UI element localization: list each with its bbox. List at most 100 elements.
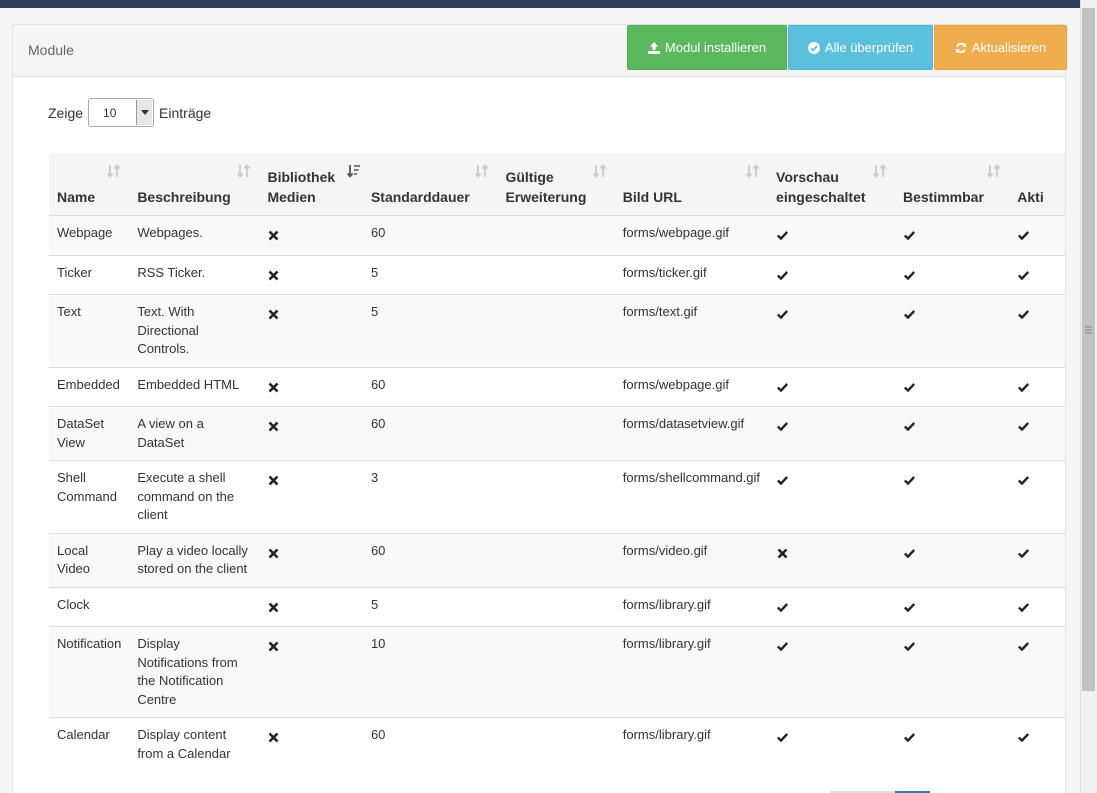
check-icon xyxy=(903,307,916,320)
table-row[interactable]: Text Text. With Directional Controls. 5 for… xyxy=(49,294,1065,367)
cell-image-url: forms/shellcommand.gif xyxy=(614,460,769,533)
check-icon xyxy=(777,380,789,392)
install-module-button[interactable]: Modul installieren xyxy=(627,25,787,70)
cell-duration: 60 xyxy=(362,717,498,771)
cell-library-media xyxy=(259,717,363,771)
cell-description xyxy=(129,586,260,627)
column-header-description[interactable]: Beschreibung xyxy=(129,153,260,216)
check-icon xyxy=(903,228,916,241)
check-circle-icon xyxy=(807,41,820,54)
table-row[interactable]: Clock 5 forms/library.gif xyxy=(49,586,1065,627)
cell-duration: 60 xyxy=(362,215,498,255)
cell-assignable xyxy=(894,406,1010,461)
times-icon xyxy=(268,307,279,320)
table-row[interactable]: Ticker RSS Ticker. 5 forms/ticker.gif xyxy=(49,254,1065,295)
check-icon xyxy=(777,730,789,743)
cell-valid-extension xyxy=(497,626,615,718)
column-header-library-label-2: Medien xyxy=(267,189,316,205)
table-row[interactable]: Calendar Display content from a Calendar 6… xyxy=(49,717,1065,771)
column-header-preview-enabled[interactable]: Vorschau eingeschaltet xyxy=(768,153,895,216)
times-icon xyxy=(268,600,279,612)
check-icon xyxy=(903,546,916,558)
refresh-button[interactable]: Aktualisieren xyxy=(934,25,1067,70)
cell-valid-extension xyxy=(497,294,615,367)
check-icon xyxy=(777,268,789,280)
scrollbar-grip-icon xyxy=(1085,326,1092,334)
scrollbar-thumb[interactable] xyxy=(1082,8,1095,691)
cell-name: Notification xyxy=(49,626,130,718)
column-header-name[interactable]: Name xyxy=(49,153,130,216)
cell-description: Webpages. xyxy=(129,215,260,255)
column-header-image-url[interactable]: Bild URL xyxy=(614,153,769,216)
check-icon xyxy=(903,268,916,280)
cell-valid-extension xyxy=(497,532,615,587)
cell-description: Display Notifications from the Notificat… xyxy=(129,626,260,718)
times-icon xyxy=(268,546,279,558)
top-navbar xyxy=(0,0,1080,8)
cell-duration: 60 xyxy=(362,532,498,587)
cell-active xyxy=(1009,254,1065,295)
check-icon xyxy=(1018,473,1030,486)
cell-assignable xyxy=(894,586,1010,627)
check-icon xyxy=(1018,419,1030,432)
cell-valid-extension xyxy=(497,215,615,255)
cell-name: Local Video xyxy=(49,532,130,587)
cell-preview-enabled xyxy=(768,586,895,627)
table-row[interactable]: Shell Command Execute a shell command on … xyxy=(49,460,1065,533)
sort-icon xyxy=(107,164,121,178)
check-icon xyxy=(777,419,789,432)
column-header-valid-extension[interactable]: Gültige Erweiterung xyxy=(497,153,615,216)
column-header-description-label: Beschreibung xyxy=(137,189,231,205)
cell-assignable xyxy=(894,532,1010,587)
cell-description: Embedded HTML xyxy=(129,366,260,407)
verify-all-label: Alle überprüfen xyxy=(824,40,914,55)
modules-panel: Module Modul installieren Alle überprüfe… xyxy=(12,24,1067,793)
cell-duration: 5 xyxy=(362,586,498,627)
cell-description: A view on a DataSet xyxy=(129,406,260,461)
verify-all-button[interactable]: Alle überprüfen xyxy=(788,25,933,70)
cell-name: Embedded xyxy=(49,366,130,407)
cell-active xyxy=(1009,406,1065,461)
check-icon xyxy=(903,380,916,392)
cell-library-media xyxy=(259,532,363,587)
cell-image-url: forms/ticker.gif xyxy=(614,254,769,295)
table-row[interactable]: DataSet View A view on a DataSet 60 forms/d… xyxy=(49,406,1065,461)
column-header-assignable[interactable]: Bestimmbar xyxy=(894,153,1010,216)
check-icon xyxy=(903,600,916,612)
install-module-label: Modul installieren xyxy=(664,40,767,55)
cell-active xyxy=(1009,626,1065,718)
cell-name: Ticker xyxy=(49,254,130,295)
chevron-down-icon[interactable] xyxy=(136,100,153,125)
check-icon xyxy=(1018,600,1030,612)
cell-assignable xyxy=(894,294,1010,367)
cell-description: Execute a shell command on the client xyxy=(129,460,260,533)
cell-duration: 5 xyxy=(362,294,498,367)
cell-duration: 3 xyxy=(362,460,498,533)
column-header-duration[interactable]: Standarddauer xyxy=(362,153,498,216)
check-icon xyxy=(903,419,916,432)
cell-valid-extension xyxy=(497,460,615,533)
cell-description: Text. With Directional Controls. xyxy=(129,294,260,367)
page-length-suffix: Einträge xyxy=(159,104,212,121)
page-length-prefix: Zeige xyxy=(48,104,84,121)
page-length-select[interactable]: 10 xyxy=(88,98,155,127)
table-row[interactable]: Embedded Embedded HTML 60 forms/webpage.gif xyxy=(49,366,1065,407)
table-row[interactable]: Notification Display Notifications from t… xyxy=(49,626,1065,718)
check-icon xyxy=(1018,639,1030,652)
page-length-control: Zeige 10 Einträge xyxy=(48,98,211,127)
cell-assignable xyxy=(894,626,1010,718)
cell-active xyxy=(1009,294,1065,367)
table-row[interactable]: Webpage Webpages. 60 forms/webpage.gif xyxy=(49,215,1065,255)
cell-preview-enabled xyxy=(768,366,895,407)
check-icon xyxy=(1018,307,1030,320)
cell-valid-extension xyxy=(497,406,615,461)
cell-library-media xyxy=(259,586,363,627)
cell-description: RSS Ticker. xyxy=(129,254,260,295)
check-icon xyxy=(1018,380,1030,392)
column-header-active[interactable]: Akti xyxy=(1009,153,1065,216)
column-header-library-media[interactable]: Bibliothek Medien xyxy=(259,153,363,216)
check-icon xyxy=(1018,268,1030,280)
times-icon xyxy=(268,419,279,432)
table-row[interactable]: Local Video Play a video locally stored o… xyxy=(49,532,1065,587)
cell-library-media xyxy=(259,294,363,367)
